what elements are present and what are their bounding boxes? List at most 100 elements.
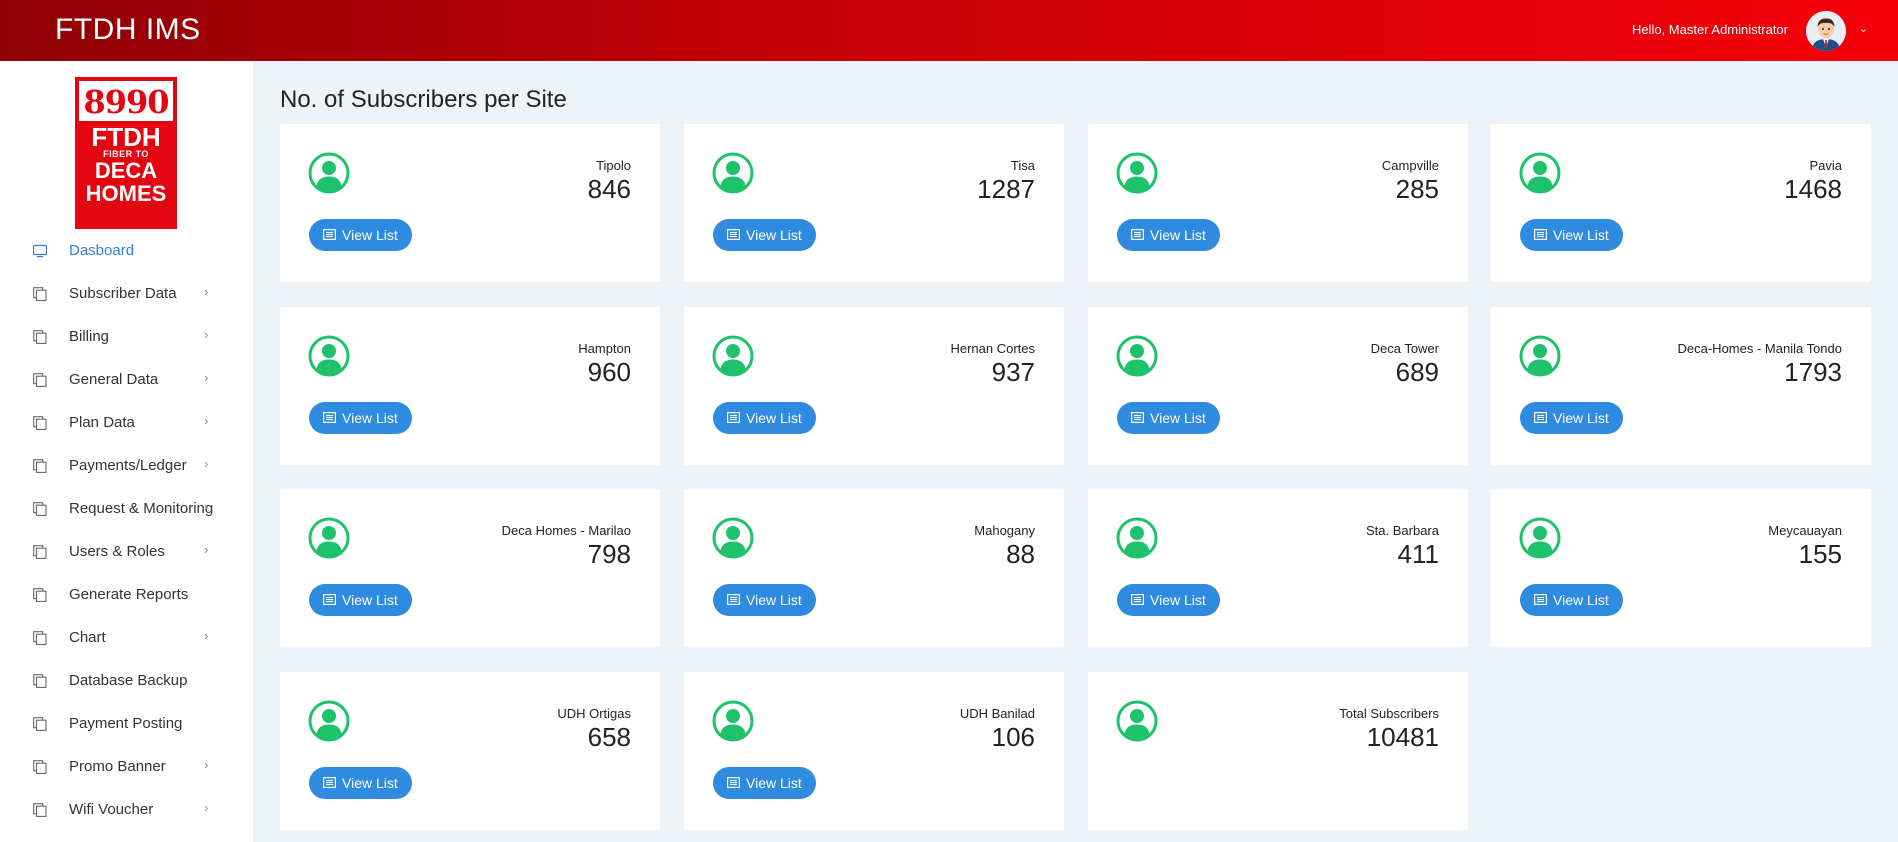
user-avatar-icon[interactable] — [1806, 11, 1846, 51]
sidebar-item-label: Generate Reports — [69, 586, 189, 603]
logo-homes: HOMES — [85, 181, 167, 206]
sidebar-item-dasboard[interactable]: Dasboard — [0, 229, 253, 272]
view-list-button[interactable]: View List — [309, 584, 412, 616]
view-list-button[interactable]: View List — [1117, 219, 1220, 251]
sidebar-item-label: Dasboard — [69, 242, 135, 259]
view-list-button[interactable]: View List — [1520, 402, 1623, 434]
user-circle-icon — [712, 152, 754, 194]
sidebar-item-payments-ledger[interactable]: Payments/Ledger › — [0, 444, 253, 487]
view-list-label: View List — [746, 410, 802, 426]
view-list-button[interactable]: View List — [309, 402, 412, 434]
list-icon — [727, 412, 740, 423]
chevron-right-icon: › — [204, 456, 209, 471]
copy-icon — [33, 287, 47, 301]
list-icon — [323, 229, 336, 240]
subscriber-count: 1468 — [1784, 174, 1842, 204]
sidebar-item-label: Subscriber Data — [69, 285, 177, 302]
site-name: Mahogany — [974, 523, 1035, 538]
list-icon — [1534, 412, 1547, 423]
site-card: Deca-Homes - Manila Tondo 1793 View List — [1491, 307, 1871, 465]
copy-icon — [33, 674, 47, 688]
subscriber-count: 689 — [1395, 357, 1439, 387]
sidebar-item-label: Users & Roles — [69, 543, 165, 560]
view-list-button[interactable]: View List — [713, 584, 816, 616]
subscriber-count: 846 — [587, 174, 631, 204]
user-circle-icon — [1116, 152, 1158, 194]
copy-icon — [33, 330, 47, 344]
site-name: UDH Banilad — [959, 706, 1035, 721]
subscriber-count: 285 — [1395, 174, 1439, 204]
chevron-right-icon: › — [204, 499, 209, 514]
view-list-button[interactable]: View List — [309, 219, 412, 251]
sidebar-item-billing[interactable]: Billing › — [0, 315, 253, 358]
site-name: Deca Homes - Marilao — [501, 523, 631, 538]
view-list-label: View List — [1150, 592, 1206, 608]
sidebar-menu: Dasboard Subscriber Data › Billing › General … — [0, 229, 253, 831]
sidebar-item-subscriber-data[interactable]: Subscriber Data › — [0, 272, 253, 315]
site-name: UDH Ortigas — [557, 706, 631, 721]
site-card: Hampton 960 View List — [280, 307, 660, 465]
view-list-button[interactable]: View List — [713, 219, 816, 251]
view-list-label: View List — [1553, 410, 1609, 426]
user-circle-icon — [1519, 152, 1561, 194]
sidebar-item-label: Wifi Voucher — [69, 801, 154, 818]
view-list-label: View List — [342, 592, 398, 608]
site-name: Total Subscribers — [1339, 706, 1439, 721]
subscriber-count: 798 — [587, 539, 631, 569]
view-list-button[interactable]: View List — [1520, 219, 1623, 251]
view-list-button[interactable]: View List — [713, 402, 816, 434]
site-name: Hampton — [578, 341, 631, 356]
brand-logo[interactable]: 8990 FTDH FIBER TO DECA HOMES — [75, 77, 177, 229]
sidebar-item-plan-data[interactable]: Plan Data › — [0, 401, 253, 444]
view-list-button[interactable]: View List — [713, 767, 816, 799]
sidebar-item-chart[interactable]: Chart › — [0, 616, 253, 659]
site-card: Pavia 1468 View List — [1491, 124, 1871, 282]
sidebar-item-label: General Data — [69, 371, 159, 388]
copy-icon — [33, 502, 47, 516]
site-name: Pavia — [1809, 158, 1842, 173]
site-name: Sta. Barbara — [1366, 523, 1439, 538]
subscriber-count: 658 — [587, 722, 631, 752]
list-icon — [1131, 229, 1144, 240]
site-name: Deca-Homes - Manila Tondo — [1677, 341, 1843, 356]
sidebar-item-promo-banner[interactable]: Promo Banner › — [0, 745, 253, 788]
sidebar-item-payment-posting[interactable]: Payment Posting — [0, 702, 253, 745]
sidebar-item-request-monitoring[interactable]: Request & Monitoring › — [0, 487, 253, 530]
sidebar-item-label: Plan Data — [69, 414, 135, 431]
sidebar-item-label: Request & Monitoring — [69, 500, 214, 517]
sidebar-item-general-data[interactable]: General Data › — [0, 358, 253, 401]
user-circle-icon — [712, 335, 754, 377]
sidebar-item-wifi-voucher[interactable]: Wifi Voucher › — [0, 788, 253, 831]
subscriber-count: 106 — [991, 722, 1035, 752]
logo-number: 8990 — [79, 81, 173, 121]
user-circle-icon — [712, 517, 754, 559]
site-name: Deca Tower — [1370, 341, 1439, 356]
view-list-button[interactable]: View List — [1520, 584, 1623, 616]
view-list-button[interactable]: View List — [309, 767, 412, 799]
view-list-label: View List — [746, 592, 802, 608]
user-greeting[interactable]: Hello, Master Administrator — [1632, 22, 1788, 37]
app-title: FTDH IMS — [55, 13, 201, 46]
site-card: Meycauayan 155 View List — [1491, 489, 1871, 647]
list-icon — [1131, 412, 1144, 423]
site-card: Tisa 1287 View List — [684, 124, 1064, 282]
list-icon — [1131, 594, 1144, 605]
view-list-button[interactable]: View List — [1117, 584, 1220, 616]
sidebar-item-label: Chart — [69, 629, 106, 646]
user-circle-icon — [1519, 335, 1561, 377]
copy-icon — [33, 631, 47, 645]
page-title: No. of Subscribers per Site — [280, 86, 567, 113]
chevron-right-icon: › — [204, 628, 209, 643]
chevron-right-icon: › — [204, 542, 209, 557]
copy-icon — [33, 588, 47, 602]
list-icon — [323, 777, 336, 788]
sidebar-item-users-roles[interactable]: Users & Roles › — [0, 530, 253, 573]
site-card: Tipolo 846 View List — [280, 124, 660, 282]
site-card: UDH Banilad 106 View List — [684, 672, 1064, 830]
chevron-right-icon: › — [204, 800, 209, 815]
sidebar-item-generate-reports[interactable]: Generate Reports — [0, 573, 253, 616]
sidebar-item-database-backup[interactable]: Database Backup — [0, 659, 253, 702]
chevron-down-icon[interactable]: ⌄ — [1859, 22, 1868, 35]
view-list-button[interactable]: View List — [1117, 402, 1220, 434]
site-name: Campville — [1381, 158, 1439, 173]
